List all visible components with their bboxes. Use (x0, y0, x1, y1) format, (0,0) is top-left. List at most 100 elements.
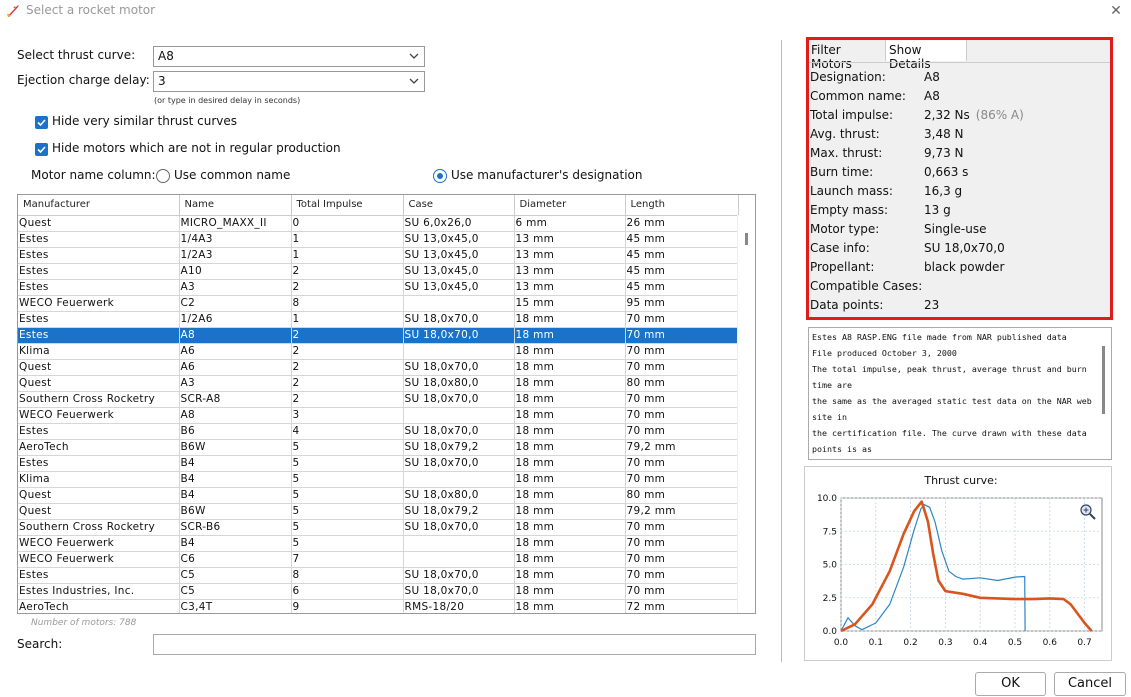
table-row[interactable]: WECO Feuerwerk A8 3 18 mm 70 mm (18, 407, 739, 424)
table-row[interactable]: Klima A6 2 18 mm 70 mm (18, 343, 739, 360)
table-cell: A6 (179, 343, 292, 360)
table-cell: 6 (291, 583, 404, 600)
thrust-curve-select[interactable]: A8 (153, 46, 425, 67)
x-tick-label: 0.0 (834, 638, 849, 648)
table-cell: 70 mm (625, 391, 739, 408)
table-cell: Estes (18, 311, 180, 328)
title-bar: Select a rocket motor ✕ (0, 0, 1131, 24)
table-row[interactable]: Southern Cross Rocketry SCR-A8 2 SU 18,0x70… (18, 391, 739, 408)
detail-label: Propellant: (810, 260, 875, 274)
table-cell: SU 13,0x45,0 (403, 263, 515, 280)
thrust-curve-value: A8 (158, 49, 174, 63)
table-cell: 3 (291, 407, 404, 424)
column-header[interactable]: Diameter (514, 195, 626, 216)
hide-not-regular-checkbox[interactable] (35, 143, 48, 156)
detail-value-text: A8 (924, 70, 940, 84)
hide-similar-checkbox[interactable] (35, 116, 48, 129)
detail-label: Total impulse: (810, 108, 894, 122)
column-header[interactable]: Length (625, 195, 739, 216)
table-row[interactable]: WECO Feuerwerk C6 7 18 mm 70 mm (18, 551, 739, 568)
table-cell: 18 mm (514, 375, 626, 392)
table-scrollbar[interactable] (737, 215, 755, 613)
table-row[interactable]: Estes 1/4A3 1 SU 13,0x45,0 13 mm 45 mm (18, 231, 739, 248)
table-cell (403, 471, 515, 488)
hide-similar-label: Hide very similar thrust curves (52, 114, 238, 128)
column-header[interactable]: Name (179, 195, 292, 216)
thrust-curve-chart: Thrust curve: 0.0 0.1 0.2 0.3 0.4 0.5 0.6 0.7 0.0… (817, 474, 1103, 648)
table-cell: 18 mm (514, 423, 626, 440)
table-row[interactable]: Estes B4 5 SU 18,0x70,0 18 mm 70 mm (18, 455, 739, 472)
table-row[interactable]: Estes A3 2 SU 13,0x45,0 13 mm 45 mm (18, 279, 739, 296)
column-header[interactable]: Total Impulse (291, 195, 404, 216)
use-manufacturer-radio[interactable] (433, 169, 447, 183)
table-cell: Quest (18, 503, 180, 520)
table-cell: SU 18,0x70,0 (403, 423, 515, 440)
table-cell: 80 mm (625, 375, 739, 392)
table-row[interactable]: Quest A6 2 SU 18,0x70,0 18 mm 70 mm (18, 359, 739, 376)
table-cell: C5 (179, 567, 292, 584)
table-cell: SU 18,0x70,0 (403, 567, 515, 584)
motor-table[interactable]: Manufacturer Name Total Impulse Case Diamete… (17, 194, 756, 614)
table-cell: 95 mm (625, 295, 739, 312)
table-cell: AeroTech (18, 599, 180, 613)
table-cell: SU 13,0x45,0 (403, 247, 515, 264)
table-row[interactable]: Estes B6 4 SU 18,0x70,0 18 mm 70 mm (18, 423, 739, 440)
description-scrollbar[interactable] (1102, 346, 1105, 414)
use-common-name-radio[interactable] (156, 169, 170, 183)
tab-filter-motors[interactable]: Filter Motors (808, 40, 886, 71)
table-cell: 8 (291, 295, 404, 312)
detail-value: 23 (924, 298, 939, 312)
table-row[interactable]: Estes A10 2 SU 13,0x45,0 13 mm 45 mm (18, 263, 739, 280)
table-row[interactable]: WECO Feuerwerk B4 5 18 mm 70 mm (18, 535, 739, 552)
table-row[interactable]: AeroTech C3,4T 9 RMS-18/20 18 mm 72 mm (18, 599, 739, 613)
table-row[interactable]: Quest MICRO_MAXX_II 0 SU 6,0x26,0 6 mm 26 mm (18, 215, 739, 232)
table-cell: 45 mm (625, 279, 739, 296)
motor-description-box[interactable]: Estes A8 RASP.ENG file made from NAR pub… (808, 327, 1112, 460)
cancel-button[interactable]: Cancel (1054, 672, 1126, 696)
table-row[interactable]: Klima B4 5 18 mm 70 mm (18, 471, 739, 488)
table-cell: 1/4A3 (179, 231, 292, 248)
close-icon[interactable]: ✕ (1105, 1, 1127, 21)
ejection-delay-select[interactable]: 3 (153, 71, 425, 92)
table-row[interactable]: Estes 1/2A6 1 SU 18,0x70,0 18 mm 70 mm (18, 311, 739, 328)
table-cell: 70 mm (625, 311, 739, 328)
table-row[interactable]: Estes C5 8 SU 18,0x70,0 18 mm 70 mm (18, 567, 739, 584)
table-cell: 4 (291, 423, 404, 440)
detail-value: Single-use (924, 222, 986, 236)
detail-label: Empty mass: (810, 203, 889, 217)
table-cell: 18 mm (514, 487, 626, 504)
table-cell: Estes (18, 455, 180, 472)
table-cell: 13 mm (514, 247, 626, 264)
table-cell: 2 (291, 327, 404, 344)
column-header[interactable]: Manufacturer (18, 195, 180, 216)
ejection-delay-label: Ejection charge delay: (17, 73, 150, 87)
table-row[interactable]: Southern Cross Rocketry SCR-B6 5 SU 18,0x70… (18, 519, 739, 536)
search-input[interactable] (153, 634, 756, 655)
detail-value: 16,3 g (924, 184, 962, 198)
table-cell: 2 (291, 375, 404, 392)
table-row[interactable]: WECO Feuerwerk C2 8 15 mm 95 mm (18, 295, 739, 312)
table-cell: 70 mm (625, 423, 739, 440)
table-cell: WECO Feuerwerk (18, 535, 180, 552)
x-tick-label: 0.6 (1043, 638, 1058, 648)
table-cell: 70 mm (625, 455, 739, 472)
table-row[interactable]: Estes Industries, Inc. C5 6 SU 18,0x70,0 18 … (18, 583, 739, 600)
table-row[interactable]: Quest B6W 5 SU 18,0x79,2 18 mm 79,2 mm (18, 503, 739, 520)
table-cell: Estes Industries, Inc. (18, 583, 180, 600)
table-cell (403, 551, 515, 568)
table-row[interactable]: Quest A3 2 SU 18,0x80,0 18 mm 80 mm (18, 375, 739, 392)
column-header[interactable]: Case (403, 195, 515, 216)
table-row[interactable]: AeroTech B6W 5 SU 18,0x79,2 18 mm 79,2 mm (18, 439, 739, 456)
table-cell: 18 mm (514, 583, 626, 600)
table-cell: Estes (18, 231, 180, 248)
table-cell: SU 18,0x79,2 (403, 439, 515, 456)
tab-show-details[interactable]: Show Details (885, 39, 967, 71)
table-cell: 45 mm (625, 231, 739, 248)
ok-button[interactable]: OK (975, 672, 1046, 696)
table-row[interactable]: Estes A8 2 SU 18,0x70,0 18 mm 70 mm (18, 327, 739, 344)
table-cell: 79,2 mm (625, 503, 739, 520)
table-row[interactable]: Estes 1/2A3 1 SU 13,0x45,0 13 mm 45 mm (18, 247, 739, 264)
table-row[interactable]: Quest B4 5 SU 18,0x80,0 18 mm 80 mm (18, 487, 739, 504)
x-tick-label: 0.7 (1077, 638, 1091, 648)
scrollbar-thumb[interactable] (745, 233, 748, 245)
